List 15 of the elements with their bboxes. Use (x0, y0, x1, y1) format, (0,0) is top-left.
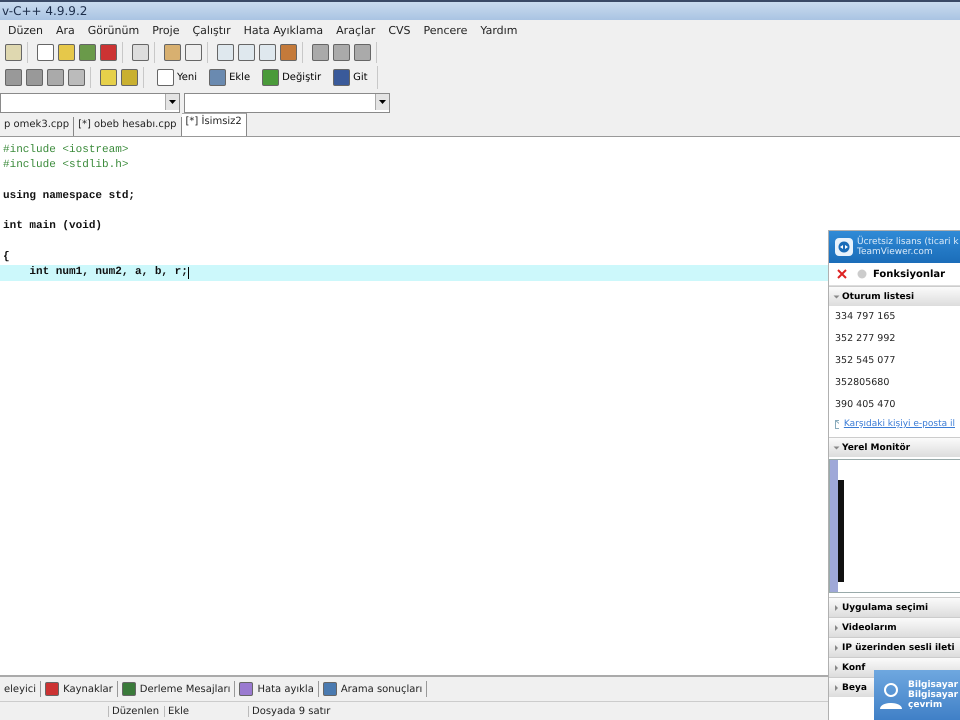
code-line: { (2, 250, 10, 266)
popup-text: Bilgisayar (908, 680, 958, 690)
banner-text: TeamViewer.com (857, 247, 934, 257)
popup-text: Bilgisayar (908, 690, 958, 700)
window-title: v-C++ 4.9.9.2 (2, 4, 88, 18)
code-line: int main (void) (2, 219, 102, 234)
banner-text: Ücretsiz lisans (ticari k (857, 237, 959, 247)
status-text: Dosyada 9 satır (248, 706, 372, 716)
code-line: #include <stdlib.h> (2, 158, 128, 174)
code-line: int num1, num2, a, b, r; (28, 265, 188, 280)
code-line: using namespace std; (2, 188, 136, 204)
popup-text: çevrim (908, 700, 944, 710)
code-line: #include <iostream> (2, 143, 128, 158)
status-text: Ekle (164, 706, 248, 716)
status-text: Düzenlen (108, 706, 164, 716)
